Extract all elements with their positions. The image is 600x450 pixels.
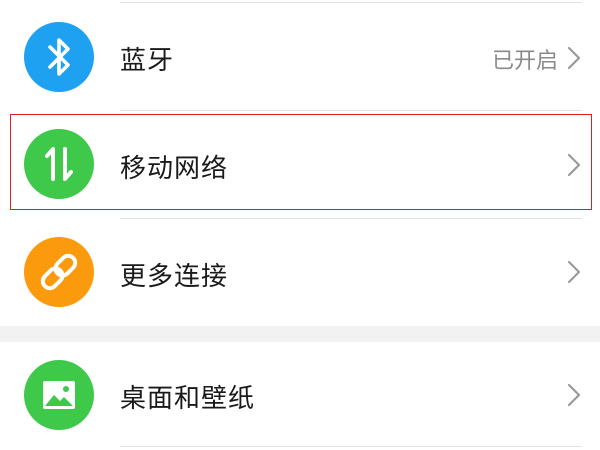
chevron-right-icon bbox=[567, 383, 581, 407]
settings-item-label: 桌面和壁纸 bbox=[120, 384, 256, 414]
section-gap bbox=[0, 326, 600, 342]
chevron-right-icon bbox=[567, 46, 581, 70]
divider bbox=[120, 446, 582, 447]
settings-item-label: 更多连接 bbox=[120, 262, 229, 292]
settings-screen: 蓝牙 已开启 移动网络 更多连接 桌面和壁纸 bbox=[0, 0, 600, 450]
settings-item-bluetooth[interactable]: 蓝牙 已开启 bbox=[0, 2, 600, 110]
highlight-box bbox=[10, 114, 592, 210]
bluetooth-icon bbox=[24, 22, 94, 92]
link-icon bbox=[24, 237, 94, 307]
settings-item-wallpaper[interactable]: 桌面和壁纸 bbox=[0, 342, 600, 450]
chevron-right-icon bbox=[567, 260, 581, 284]
bluetooth-status: 已开启 bbox=[491, 49, 558, 74]
settings-item-label: 蓝牙 bbox=[120, 46, 175, 76]
settings-item-more-connections[interactable]: 更多连接 bbox=[0, 218, 600, 326]
image-icon bbox=[24, 360, 94, 430]
